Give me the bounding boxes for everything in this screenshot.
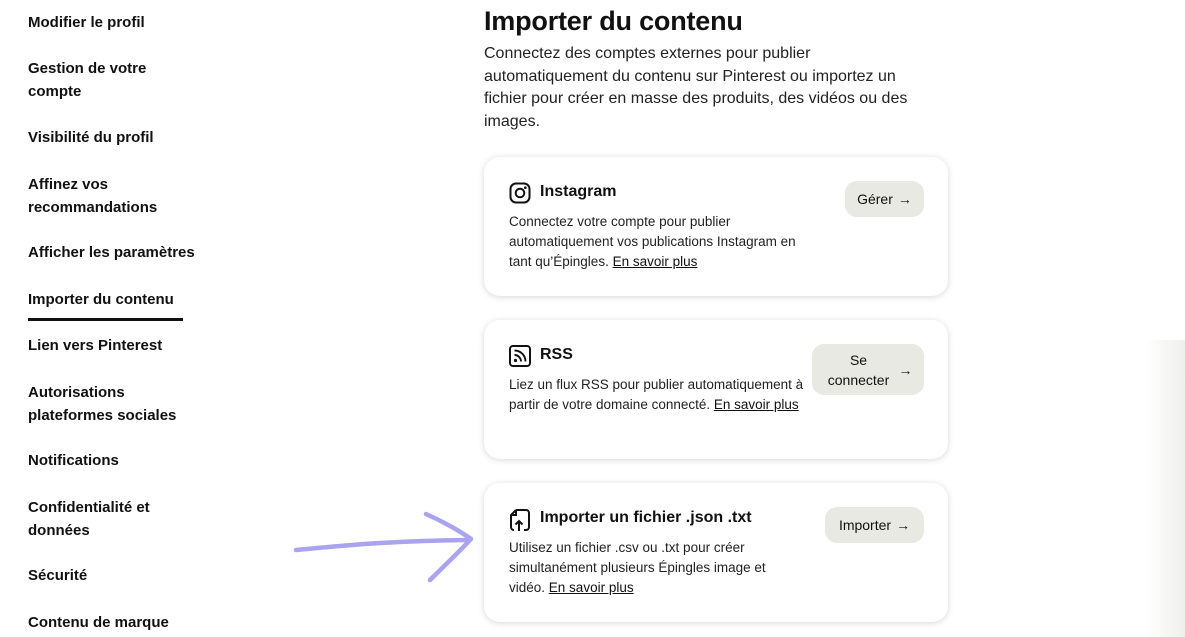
sidebar-item-social-permissions[interactable]: Autorisations plateformes sociales <box>28 382 198 427</box>
arrow-right-icon: → <box>898 361 913 378</box>
sidebar-item-link-to-pinterest[interactable]: Lien vers Pinterest <box>28 335 228 358</box>
sidebar-item-security[interactable]: Sécurité <box>28 565 228 588</box>
rss-card: RSS Liez un flux RSS pour publier automa… <box>484 320 948 459</box>
card-description: Connectez votre compte pour publier auto… <box>509 212 809 272</box>
rss-icon <box>509 345 531 367</box>
card-description: Liez un flux RSS pour publier automatiqu… <box>509 375 814 415</box>
instagram-card: Instagram Connectez votre compte pour pu… <box>484 157 948 296</box>
card-title: RSS <box>540 346 573 363</box>
sidebar-item-display-settings[interactable]: Afficher les paramètres <box>28 242 218 265</box>
button-label: Gérer <box>857 191 893 207</box>
sidebar-item-branded-content[interactable]: Contenu de marque <box>28 612 228 635</box>
page-title: Importer du contenu <box>484 6 743 36</box>
card-title: Instagram <box>540 183 617 200</box>
connect-button[interactable]: Se connecter → <box>812 344 924 395</box>
learn-more-link[interactable]: En savoir plus <box>549 580 634 595</box>
sidebar-item-account-management[interactable]: Gestion de votre compte <box>28 58 178 103</box>
button-label: Se connecter <box>827 351 890 388</box>
file-import-card: Importer un fichier .json .txt Utilisez … <box>484 483 948 622</box>
sidebar-item-edit-profile[interactable]: Modifier le profil <box>28 12 228 35</box>
card-description-text: Utilisez un fichier .csv ou .txt pour cr… <box>509 540 766 595</box>
import-button[interactable]: Importer → <box>825 507 924 543</box>
file-upload-icon <box>509 508 531 531</box>
page-description: Connectez des comptes externes pour publ… <box>484 45 908 130</box>
button-label: Importer <box>838 517 892 533</box>
sidebar-item-import-content[interactable]: Importer du contenu <box>28 289 228 321</box>
edge-shadow <box>1145 340 1185 637</box>
sidebar-item-notifications[interactable]: Notifications <box>28 450 228 473</box>
learn-more-link[interactable]: En savoir plus <box>613 254 698 269</box>
manage-button[interactable]: Gérer → <box>845 181 924 217</box>
learn-more-link[interactable]: En savoir plus <box>714 397 799 412</box>
sidebar-item-privacy-data[interactable]: Confidentialité et données <box>28 497 178 542</box>
card-title: Importer un fichier .json .txt <box>540 509 752 526</box>
hand-drawn-arrow-icon <box>293 511 474 583</box>
sidebar-item-refine-recommendations[interactable]: Affinez vos recommandations <box>28 174 178 219</box>
instagram-icon <box>509 182 531 204</box>
sidebar-item-profile-visibility[interactable]: Visibilité du profil <box>28 127 228 150</box>
card-description: Utilisez un fichier .csv ou .txt pour cr… <box>509 538 799 598</box>
arrow-right-icon: → <box>896 517 911 533</box>
arrow-right-icon: → <box>897 191 912 207</box>
